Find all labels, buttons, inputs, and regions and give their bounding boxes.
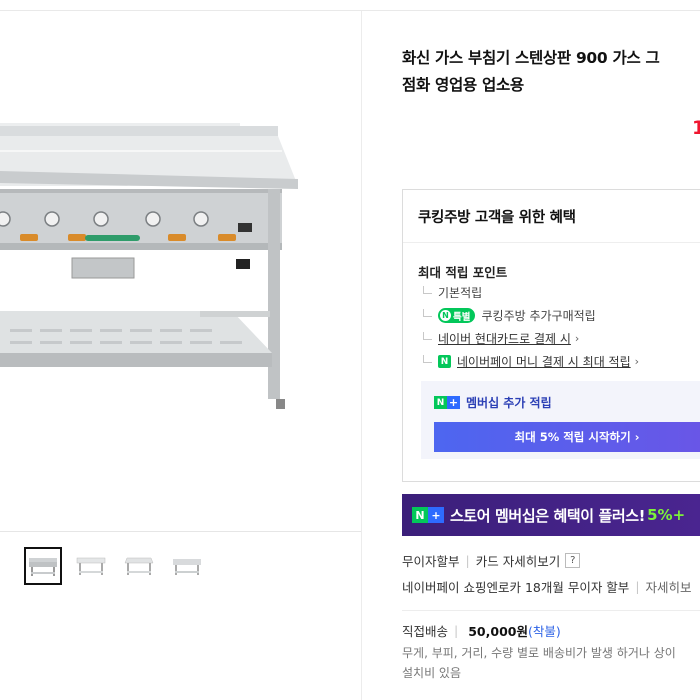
tree-branch-icon	[423, 308, 432, 317]
thumbnail-1[interactable]	[24, 547, 62, 585]
column-divider	[361, 11, 362, 700]
benefits-heading: 쿠킹주방 고객을 위한 혜택	[403, 190, 700, 243]
shipping-note-line-1: 무게, 부피, 거리, 수량 별로 배송비가 발생 하거나 상이	[402, 646, 676, 660]
max-points-title: 최대 적립 포인트	[418, 265, 508, 280]
product-info-panel: 화신 가스 부침기 스텐상판 900 가스 그 점화 영업용 업소용 1 쿠킹주…	[402, 11, 700, 700]
installment-details-link[interactable]: 자세히보	[646, 577, 692, 596]
list-item-store-extra-points: N 특별 쿠킹주방 추가구매적립	[423, 304, 639, 327]
store-extra-points-label: 쿠킹주방 추가구매적립	[481, 309, 596, 323]
shipping-price: 50,000원	[468, 624, 528, 639]
list-item-basic-points: 기본적립	[423, 281, 639, 304]
basic-points-label: 기본적립	[438, 286, 483, 300]
membership-panel: N + 멤버십 추가 적립 최대 5% 적립 시작하기 ›	[421, 381, 700, 459]
help-icon[interactable]: ?	[565, 553, 581, 568]
thumbnail-strip	[24, 547, 206, 585]
special-badge-label: 특별	[453, 311, 471, 323]
thumbnail-2[interactable]	[72, 547, 110, 585]
installment-label: 무이자할부	[402, 554, 460, 569]
special-badge: N 특별	[438, 308, 476, 323]
card-details-link[interactable]: 카드 자세히보기	[476, 551, 560, 570]
main-product-image[interactable]	[0, 11, 361, 521]
chevron-right-icon: ›	[634, 355, 640, 368]
thumbnail-4[interactable]	[168, 547, 206, 585]
membership-label: 멤버십 추가 적립	[466, 396, 552, 410]
shipping-row: 직접배송 | 50,000원 (착불)	[402, 621, 561, 640]
product-gallery	[0, 11, 362, 700]
product-title-line-1: 화신 가스 부침기 스텐상판 900 가스 그	[402, 49, 660, 67]
npay-icon: N	[438, 355, 451, 368]
naver-n-icon: N	[440, 310, 451, 321]
installment-row: 무이자할부 | 카드 자세히보기 ?	[402, 551, 581, 570]
list-item-npay-money[interactable]: N 네이버페이 머니 결제 시 최대 적립 ›	[423, 350, 639, 373]
tree-branch-icon	[423, 331, 432, 340]
installment-detail-row: 네이버페이 쇼핑엔로카 18개월 무이자 할부 | 자세히보	[402, 577, 692, 596]
hyundai-card-link[interactable]: 네이버 현대카드로 결제 시	[438, 330, 571, 347]
tree-branch-icon	[423, 354, 432, 363]
griddle-illustration	[0, 123, 298, 409]
divider: |	[454, 623, 459, 638]
naver-plus-icon: N +	[434, 396, 460, 409]
start-membership-button[interactable]: 최대 5% 적립 시작하기 ›	[434, 422, 700, 452]
divider: |	[465, 553, 470, 568]
shipping-note-line-2: 설치비 있음	[402, 666, 462, 680]
npay-money-link[interactable]: 네이버페이 머니 결제 시 최대 적립	[457, 353, 631, 370]
price: 1	[692, 117, 700, 139]
shipping-note: 무게, 부피, 거리, 수량 별로 배송비가 발생 하거나 상이 설치비 있음	[402, 643, 700, 683]
banner-highlight: 5%+	[647, 506, 686, 524]
banner-text: 스토어 멤버십은 혜택이 플러스!	[450, 506, 646, 525]
tree-branch-icon	[423, 285, 432, 294]
thumbnail-divider	[0, 531, 361, 532]
naver-plus-icon: N +	[412, 507, 444, 523]
installment-detail: 네이버페이 쇼핑엔로카 18개월 무이자 할부	[402, 580, 630, 595]
divider: |	[635, 579, 640, 594]
thumbnail-3[interactable]	[120, 547, 158, 585]
membership-extra-points: N + 멤버십 추가 적립	[434, 394, 552, 411]
store-benefits-box: 쿠킹주방 고객을 위한 혜택 최대 적립 포인트 기본적립 N 특별 쿠킹주방 추…	[402, 189, 700, 482]
chevron-right-icon: ›	[574, 332, 580, 345]
product-title-line-2: 점화 영업용 업소용	[402, 76, 524, 94]
shipping-divider	[402, 610, 700, 611]
shipping-label: 직접배송	[402, 624, 449, 639]
membership-promo-banner[interactable]: N + 스토어 멤버십은 혜택이 플러스! 5%+	[402, 494, 700, 536]
points-list: 기본적립 N 특별 쿠킹주방 추가구매적립 네이버 현대카드로 결제 시 › N …	[423, 281, 639, 373]
list-item-hyundai-card[interactable]: 네이버 현대카드로 결제 시 ›	[423, 327, 639, 350]
product-title: 화신 가스 부침기 스텐상판 900 가스 그 점화 영업용 업소용	[402, 45, 700, 99]
shipping-type: (착불)	[527, 624, 561, 639]
